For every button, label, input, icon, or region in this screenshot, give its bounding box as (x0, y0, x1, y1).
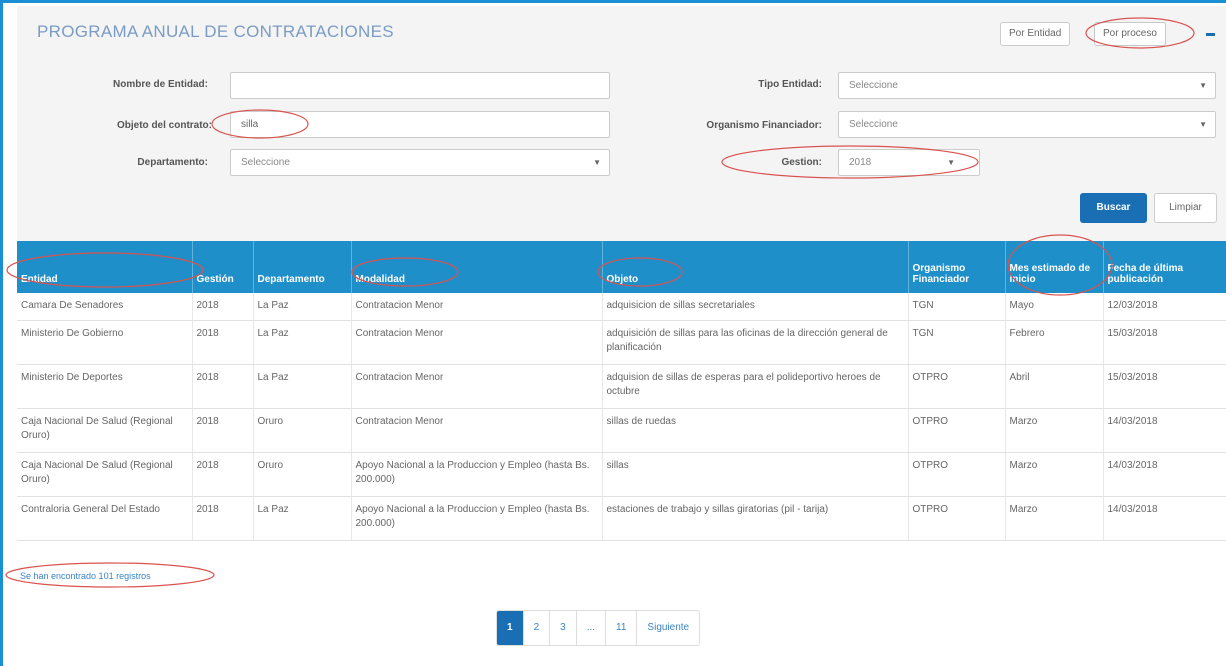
cell-entidad: Caja Nacional De Salud (Regional Oruro) (17, 408, 193, 453)
chevron-down-icon: ▼ (1199, 120, 1207, 129)
cell-modalidad: Apoyo Nacional a la Produccion y Empleo … (351, 496, 603, 541)
cell-gestion: 2018 (192, 364, 254, 409)
cell-fecha: 15/03/2018 (1103, 364, 1226, 409)
chevron-down-icon: ▼ (593, 158, 601, 167)
column-header-modalidad[interactable]: Modalidad (351, 241, 603, 293)
cell-departamento: La Paz (253, 293, 352, 321)
cell-objeto: adquision de sillas de esperas para el p… (602, 364, 909, 409)
cell-entidad: Contraloria General Del Estado (17, 496, 193, 541)
cell-objeto: sillas (602, 452, 909, 497)
cell-mes: Marzo (1005, 496, 1104, 541)
cell-fecha: 14/03/2018 (1103, 452, 1226, 497)
chevron-down-icon: ▼ (947, 158, 955, 167)
cell-departamento: Oruro (253, 408, 352, 453)
by-process-button[interactable]: Por proceso (1094, 22, 1166, 46)
cell-mes: Mayo (1005, 293, 1104, 321)
cell-objeto: sillas de ruedas (602, 408, 909, 453)
department-select[interactable]: Seleccione ▼ (230, 149, 610, 176)
entity-name-label: Nombre de Entidad: (112, 79, 208, 90)
chevron-down-icon: ▼ (1199, 81, 1207, 90)
department-select-value: Seleccione (241, 157, 290, 168)
table-row[interactable]: Camara De Senadores 2018 La Paz Contrata… (17, 293, 1226, 321)
cell-modalidad: Contratacion Menor (351, 408, 603, 453)
cell-gestion: 2018 (192, 293, 254, 321)
table-header-row: Entidad Gestión Departamento Modalidad O… (17, 241, 1226, 293)
page-11-button[interactable]: 11 (606, 611, 638, 645)
cell-gestion: 2018 (192, 496, 254, 541)
cell-departamento: La Paz (253, 496, 352, 541)
column-header-entidad[interactable]: Entidad (17, 241, 193, 293)
column-header-gestion[interactable]: Gestión (192, 241, 254, 293)
search-button[interactable]: Buscar (1080, 193, 1147, 223)
cell-modalidad: Contratacion Menor (351, 364, 603, 409)
cell-entidad: Ministerio De Deportes (17, 364, 193, 409)
cell-mes: Marzo (1005, 452, 1104, 497)
entity-name-input[interactable] (230, 72, 610, 99)
page-1-button[interactable]: 1 (497, 611, 524, 645)
results-count-link[interactable]: Se han encontrado 101 registros (20, 571, 151, 581)
column-header-organismo[interactable]: Organismo Financiador (908, 241, 1006, 293)
cell-modalidad: Contratacion Menor (351, 320, 603, 365)
table-row[interactable]: Caja Nacional De Salud (Regional Oruro) … (17, 408, 1226, 453)
page-2-button[interactable]: 2 (523, 611, 551, 645)
gestion-select-value: 2018 (849, 157, 872, 168)
financing-select-value: Seleccione (849, 119, 898, 130)
cell-gestion: 2018 (192, 408, 254, 453)
page-3-button[interactable]: 3 (550, 611, 577, 645)
cell-organismo: OTPRO (908, 408, 1006, 453)
cell-organismo: OTPRO (908, 364, 1006, 409)
cell-objeto: adquisición de sillas para las oficinas … (602, 320, 909, 365)
cell-departamento: La Paz (253, 320, 352, 365)
column-header-objeto[interactable]: Objeto (602, 241, 909, 293)
cell-mes: Febrero (1005, 320, 1104, 365)
next-page-button[interactable]: Siguiente (637, 611, 700, 645)
cell-organismo: TGN (908, 293, 1006, 321)
entity-type-label: Tipo Entidad: (758, 79, 822, 90)
cell-organismo: OTPRO (908, 496, 1006, 541)
table-row[interactable]: Contraloria General Del Estado 2018 La P… (17, 496, 1226, 541)
cell-gestion: 2018 (192, 452, 254, 497)
cell-entidad: Camara De Senadores (17, 293, 193, 321)
cell-objeto: adquisicion de sillas secretariales (602, 293, 909, 321)
column-header-fecha[interactable]: Fecha de última publicación (1103, 241, 1226, 293)
gestion-label: Gestion: (781, 157, 822, 168)
results-table: Entidad Gestión Departamento Modalidad O… (17, 241, 1226, 541)
gestion-select[interactable]: 2018 ▼ (838, 149, 980, 176)
by-entity-button[interactable]: Por Entidad (1000, 22, 1071, 46)
cell-organismo: OTPRO (908, 452, 1006, 497)
cell-mes: Abril (1005, 364, 1104, 409)
column-header-mes-inicio[interactable]: Mes estimado de inicio (1005, 241, 1104, 293)
financing-label: Organismo Financiador: (706, 120, 822, 131)
table-row[interactable]: Ministerio De Deportes 2018 La Paz Contr… (17, 364, 1226, 409)
cell-fecha: 15/03/2018 (1103, 320, 1226, 365)
column-header-departamento[interactable]: Departamento (253, 241, 352, 293)
cell-entidad: Ministerio De Gobierno (17, 320, 193, 365)
collapse-icon[interactable] (1206, 33, 1215, 36)
table-row[interactable]: Ministerio De Gobierno 2018 La Paz Contr… (17, 320, 1226, 365)
table-row[interactable]: Caja Nacional De Salud (Regional Oruro) … (17, 452, 1226, 497)
clear-button[interactable]: Limpiar (1154, 193, 1217, 223)
page-ellipsis: ... (576, 611, 607, 645)
cell-departamento: La Paz (253, 364, 352, 409)
cell-entidad: Caja Nacional De Salud (Regional Oruro) (17, 452, 193, 497)
cell-organismo: TGN (908, 320, 1006, 365)
entity-type-select[interactable]: Seleccione ▼ (838, 72, 1216, 99)
pagination: 1 2 3 ... 11 Siguiente (496, 610, 701, 646)
cell-fecha: 14/03/2018 (1103, 496, 1226, 541)
department-label: Departamento: (137, 157, 208, 168)
entity-type-select-value: Seleccione (849, 80, 898, 91)
cell-fecha: 14/03/2018 (1103, 408, 1226, 453)
cell-objeto: estaciones de trabajo y sillas giratoria… (602, 496, 909, 541)
cell-modalidad: Apoyo Nacional a la Produccion y Empleo … (351, 452, 603, 497)
cell-mes: Marzo (1005, 408, 1104, 453)
page-title: PROGRAMA ANUAL DE CONTRATACIONES (37, 22, 394, 41)
contract-object-label: Objeto del contrato: (117, 120, 212, 131)
cell-departamento: Oruro (253, 452, 352, 497)
contract-object-input[interactable]: silla (230, 111, 610, 138)
cell-modalidad: Contratacion Menor (351, 293, 603, 321)
cell-fecha: 12/03/2018 (1103, 293, 1226, 321)
financing-select[interactable]: Seleccione ▼ (838, 111, 1216, 138)
cell-gestion: 2018 (192, 320, 254, 365)
